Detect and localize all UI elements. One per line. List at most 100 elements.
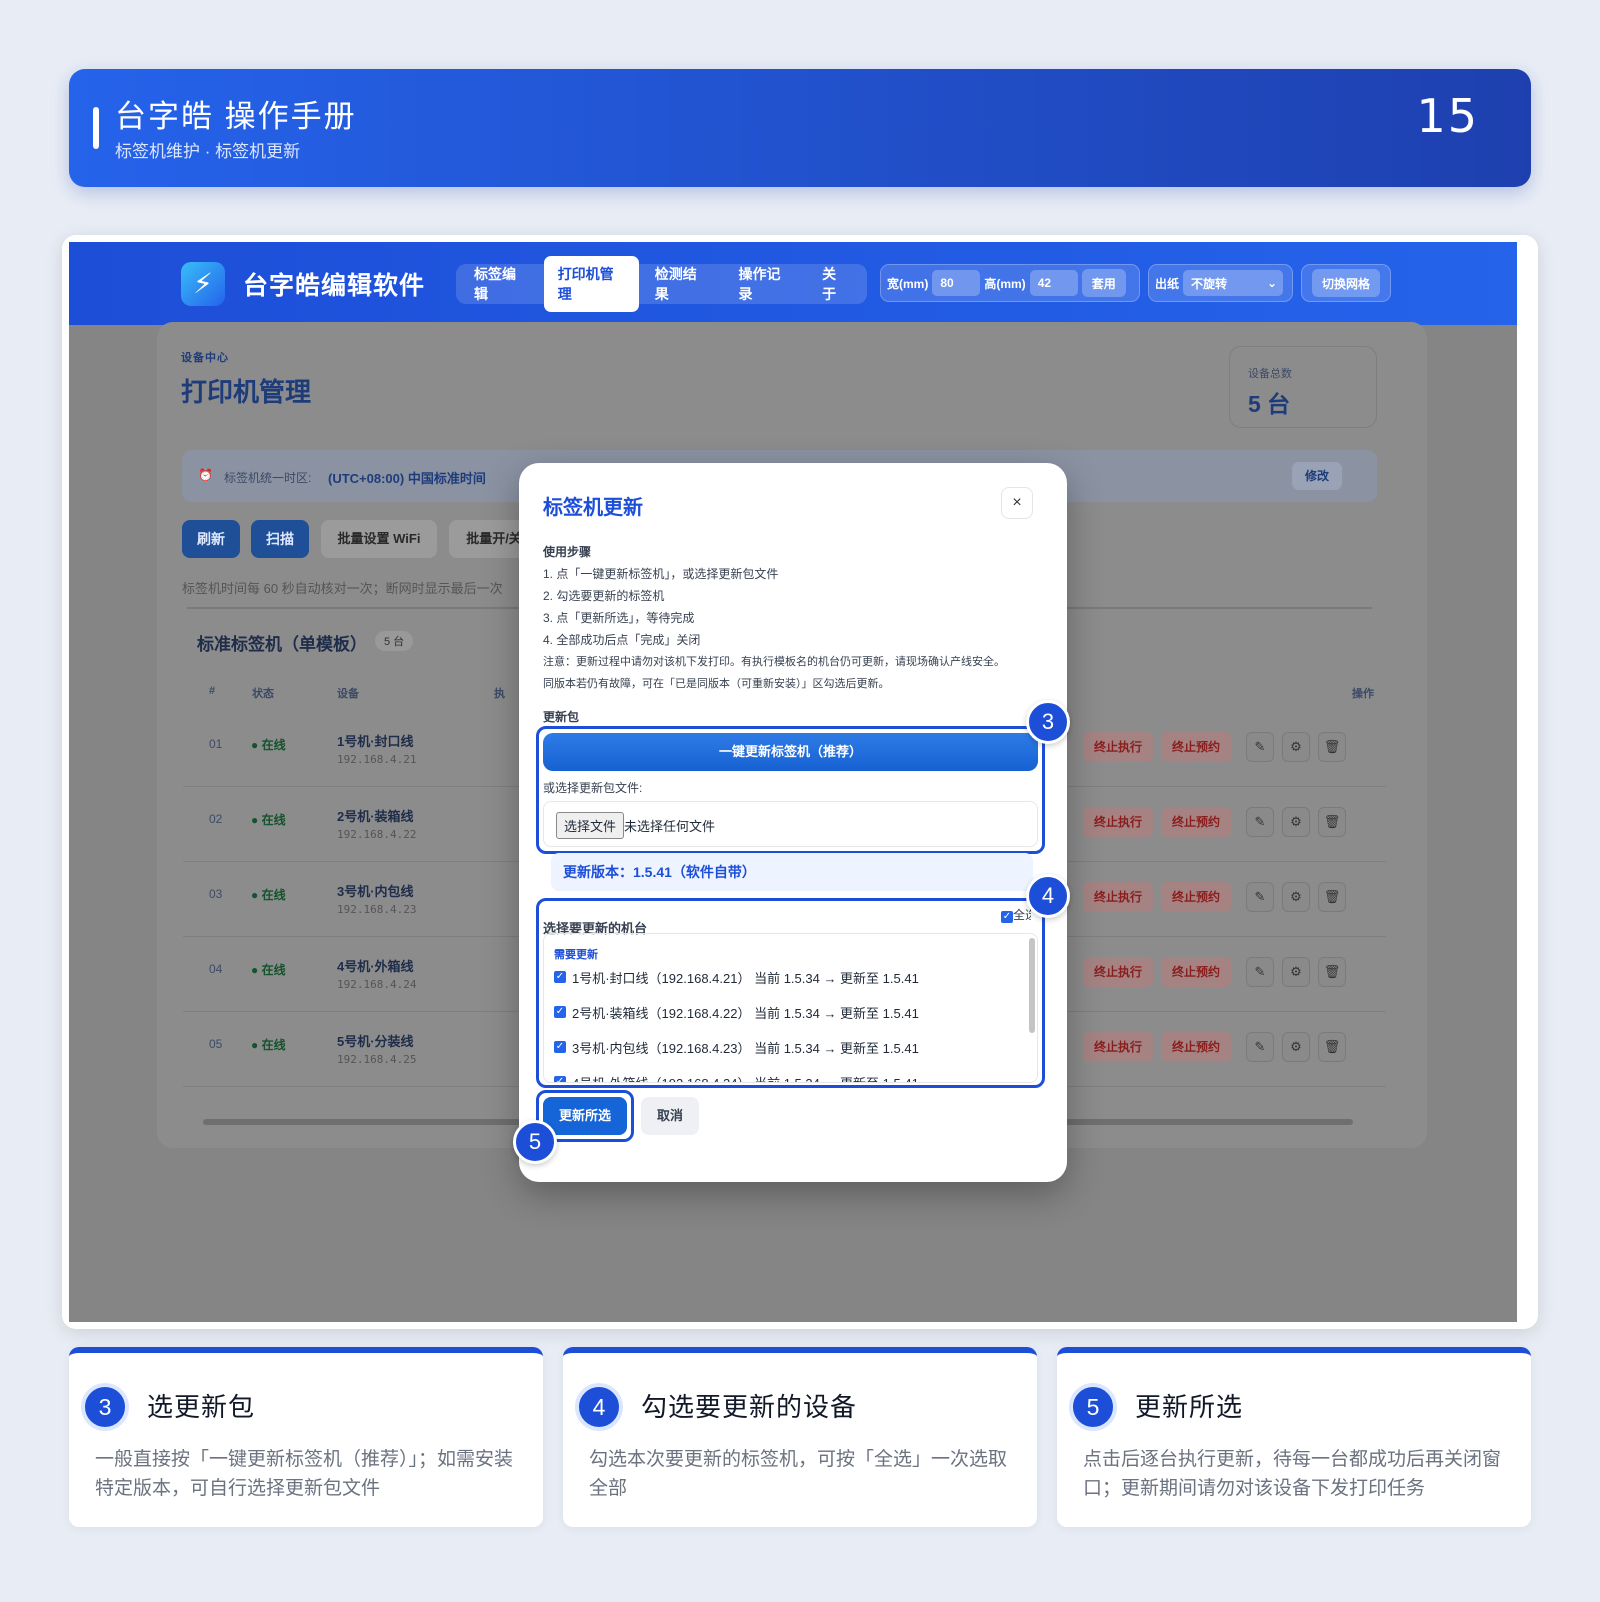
checkbox-checked-icon[interactable]: ✓ [554,1041,566,1053]
step-badge-4: 4 [1026,874,1070,918]
width-input[interactable]: 80 [932,270,981,296]
manual-header: 台字皓 操作手册 标签机维护 · 标签机更新 15 [69,69,1531,187]
page-number: 15 [1416,89,1479,143]
header-accent-bar [93,107,99,149]
device-ip: 192.168.4.23 [337,903,417,916]
edit-icon[interactable]: ✎ [1246,1032,1274,1062]
device-total-value: 5 台 [1248,391,1291,417]
list-item: 4号机·外箱线（192.168.4.24） 当前 1.5.34 → 更新至 1.… [572,1073,919,1082]
trash-icon[interactable]: 🗑 [1318,1032,1346,1062]
timezone-label: 标签机统一时区: [224,471,312,485]
stop-schedule-button[interactable]: 终止预约 [1161,732,1231,762]
checkbox-checked-icon[interactable]: ✓ [554,1076,566,1082]
height-label: 高(mm) [984,276,1026,291]
device-ip: 192.168.4.24 [337,978,417,991]
step-badge-3: 3 [1026,700,1070,744]
device-name: 2号机·装箱线 [337,809,414,824]
list-scrollbar[interactable] [1029,938,1035,1033]
col-ops: 操作 [1352,688,1374,700]
step-badge-5: 5 [513,1120,557,1164]
update-selected-button[interactable]: 更新所选 [543,1097,627,1135]
stop-exec-button[interactable]: 终止执行 [1083,732,1153,762]
update-dialog: 标签机更新 × 使用步骤 1. 点「一键更新标签机」，或选择更新包文件 2. 勾… [519,463,1067,1182]
status-text: 在线 [261,963,286,977]
tab-label-edit[interactable]: 标签编辑 [460,256,542,312]
stop-exec-button[interactable]: 终止执行 [1083,1032,1153,1062]
trash-icon[interactable]: 🗑 [1318,807,1346,837]
row-idx: 04 [209,962,223,976]
step-card-3: 3 选更新包 一般直接按「一键更新标签机（推荐）」；如需安装特定版本，可自行选择… [69,1347,543,1527]
gear-icon[interactable]: ⚙ [1282,957,1310,987]
step-card-number: 5 [1069,1383,1117,1431]
select-all-checkbox[interactable]: ✓全选 [1001,906,1031,923]
status-badge: ● 在线 [251,738,286,752]
paper-select[interactable]: 不旋转 ⌄ [1183,270,1284,296]
list-item: 2号机·装箱线（192.168.4.22） 当前 1.5.34 → 更新至 1.… [572,1006,919,1021]
close-icon[interactable]: × [1001,487,1033,519]
gear-icon[interactable]: ⚙ [1282,882,1310,912]
list-item: 3号机·内包线（192.168.4.23） 当前 1.5.34 → 更新至 1.… [572,1041,919,1056]
trash-icon[interactable]: 🗑 [1318,882,1346,912]
edit-icon[interactable]: ✎ [1246,957,1274,987]
device-ip: 192.168.4.22 [337,828,417,841]
stop-schedule-button[interactable]: 终止预约 [1161,882,1231,912]
step-card-number: 4 [575,1383,623,1431]
tab-inspection[interactable]: 检测结果 [641,256,723,312]
stop-exec-button[interactable]: 终止执行 [1083,882,1153,912]
timezone-value: (UTC+08:00) 中国标准时间 [328,471,486,486]
tab-about[interactable]: 关于 [808,256,863,312]
stop-exec-button[interactable]: 终止执行 [1083,957,1153,987]
status-text: 在线 [261,813,286,827]
stop-schedule-button[interactable]: 终止预约 [1161,957,1231,987]
row-idx: 03 [209,887,223,901]
checkbox-checked-icon[interactable]: ✓ [554,1006,566,1018]
gear-icon[interactable]: ⚙ [1282,1032,1310,1062]
timezone-edit-button[interactable]: 修改 [1292,462,1342,490]
apply-size-button[interactable]: 套用 [1081,269,1126,297]
bolt-logo-icon: ⚡ [181,262,225,306]
device-total-card: 设备总数 5 台 [1229,346,1377,428]
edit-icon[interactable]: ✎ [1246,882,1274,912]
status-badge: ● 在线 [251,1038,286,1052]
step-card-title: 更新所选 [1135,1392,1244,1422]
gear-icon[interactable]: ⚙ [1282,732,1310,762]
device-name: 5号机·分装线 [337,1034,414,1049]
one-click-update-button[interactable]: 一键更新标签机（推荐） [543,733,1038,771]
col-exec: 执 [494,688,505,700]
choose-file-button[interactable]: 选择文件 [556,812,625,839]
stop-exec-button[interactable]: 终止执行 [1083,807,1153,837]
checkbox-checked-icon[interactable]: ✓ [554,971,566,983]
edit-icon[interactable]: ✎ [1246,732,1274,762]
device-list: 需要更新 ✓ 1号机·封口线（192.168.4.21） 当前 1.5.34 →… [543,933,1038,1083]
tab-logs[interactable]: 操作记录 [724,256,806,312]
trash-icon[interactable]: 🗑 [1318,732,1346,762]
status-text: 在线 [261,888,286,902]
step-card-5: 5 更新所选 点击后逐台执行更新，待每一台都成功后再关闭窗口；更新期间请勿对该设… [1057,1347,1531,1527]
step-card-4: 4 勾选要更新的设备 勾选本次要更新的标签机，可按「全选」一次选取全部 [563,1347,1037,1527]
stop-schedule-button[interactable]: 终止预约 [1161,807,1231,837]
no-file-text: 未选择任何文件 [624,819,716,834]
device-name: 4号机·外箱线 [337,959,414,974]
scan-button[interactable]: 扫描 [251,520,309,558]
group-title: 标准标签机（单模板） [197,635,367,654]
step-card-title: 勾选要更新的设备 [641,1392,858,1422]
clock-icon: ⏰ [198,468,213,482]
need-update-heading: 需要更新 [554,949,598,961]
dialog-title: 标签机更新 [543,497,643,519]
stop-schedule-button[interactable]: 终止预约 [1161,1032,1231,1062]
version-info: 更新版本：1.5.41（软件自带） [551,853,1033,891]
gear-icon[interactable]: ⚙ [1282,807,1310,837]
cancel-button[interactable]: 取消 [641,1097,699,1135]
toggle-grid-button[interactable]: 切换网格 [1311,269,1380,297]
edit-icon[interactable]: ✎ [1246,807,1274,837]
device-name: 3号机·内包线 [337,884,414,899]
note-1: 注意：更新过程中请勿对该机下发打印。有执行模板名的机台仍可更新，请现场确认产线安… [543,656,1005,668]
tab-printer-manage[interactable]: 打印机管理 [543,256,639,312]
batch-wifi-button[interactable]: 批量设置 WiFi [321,520,437,558]
height-input[interactable]: 42 [1029,270,1078,296]
status-badge: ● 在线 [251,888,286,902]
trash-icon[interactable]: 🗑 [1318,957,1346,987]
step-card-number: 3 [81,1383,129,1431]
top-nav: ⚡ 台字皓编辑软件 标签编辑 打印机管理 检测结果 操作记录 关于 宽(mm) … [69,242,1517,325]
refresh-button[interactable]: 刷新 [182,520,240,558]
